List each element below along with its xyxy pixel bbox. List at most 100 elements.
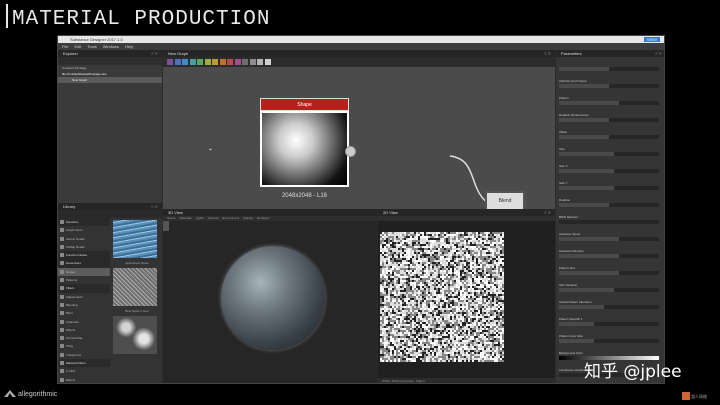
3d-menu-item[interactable]: Materials	[180, 216, 192, 220]
2d-view-panel[interactable]: 2D View ≡ ✕ 2048 x 2048 (Grayscale, 16bpc…	[378, 209, 555, 383]
thumb-anisotropic-noise[interactable]	[113, 220, 157, 258]
parameter-label: Size Variation	[559, 283, 578, 287]
parameter-slider-fill	[559, 254, 619, 258]
3d-view-header: 3D View	[163, 209, 377, 216]
library-toolbar[interactable]	[58, 210, 162, 218]
noise-texture-preview	[380, 232, 504, 362]
parameter-slider[interactable]	[559, 322, 659, 326]
menu-item[interactable]: Tools	[87, 44, 96, 49]
parameter-slider[interactable]	[559, 220, 659, 224]
library-category-item[interactable]: Channels	[58, 318, 110, 326]
2d-view-header: 2D View ≡ ✕	[378, 209, 555, 216]
parameter-row: Pattern Specific 1	[559, 317, 659, 326]
library-category-item[interactable]: Blending	[58, 301, 110, 309]
parameter-slider[interactable]	[559, 237, 659, 241]
library-category-header[interactable]: Favorites	[58, 218, 110, 227]
slide-title: MATERIAL PRODUCTION	[6, 4, 270, 32]
parameter-slider[interactable]	[559, 101, 659, 105]
parameter-slider[interactable]	[559, 152, 659, 156]
material-preview-sphere[interactable]	[221, 246, 325, 350]
library-category-item[interactable]: Graph Items	[58, 226, 110, 234]
2d-view-toolbar[interactable]	[378, 216, 555, 221]
parameter-row: Size Variation	[559, 283, 659, 292]
library-category-item[interactable]: Adjustments	[58, 293, 110, 301]
explorer-toolbar[interactable]	[58, 57, 162, 65]
library-category-item[interactable]: Tiling	[58, 342, 110, 350]
parameter-slider-fill	[559, 237, 619, 241]
library-thumbnails: Anisotropic Noise Bnw Spots 1 Gen	[113, 218, 161, 383]
thumb-label: Anisotropic Noise	[125, 261, 149, 265]
library-category-item[interactable]: Transforms	[58, 351, 110, 359]
parameter-slider[interactable]	[559, 339, 659, 343]
parameter-slider-fill	[559, 67, 609, 71]
menu-item[interactable]: Edit	[74, 44, 81, 49]
3d-menu-item[interactable]: Camera	[208, 216, 219, 220]
2d-view-footer: 2048 x 2048 (Grayscale, 16bpc)	[378, 378, 555, 383]
parameter-slider-fill	[559, 169, 614, 173]
parameter-slider[interactable]	[559, 186, 659, 190]
shape-node-title: Shape	[260, 98, 349, 111]
parameter-row: Attribute Grid Output	[559, 79, 659, 88]
parameter-row: Size	[559, 147, 659, 156]
parameter-row: Pattern	[559, 96, 659, 105]
explorer-item-selected[interactable]: New Graph	[58, 77, 162, 83]
library-category-header[interactable]: Filters	[58, 284, 110, 293]
parameter-slider[interactable]	[559, 118, 659, 122]
parameter-label: Rotation Randomness	[559, 113, 589, 117]
parameter-row: Size Y	[559, 181, 659, 190]
shape-node[interactable]: Shape 2048x2048 - L16	[260, 98, 349, 199]
panel-menu-icon[interactable]: ≡ ✕	[655, 50, 662, 57]
library-category-item[interactable]: Normal Map	[58, 334, 110, 342]
3d-menu-item[interactable]: Renderer	[257, 216, 270, 220]
3d-menu-item[interactable]: Display	[243, 216, 253, 220]
library-category-item[interactable]: Blurs	[58, 309, 110, 317]
3d-menu-item[interactable]: Environment	[222, 216, 239, 220]
zhihu-watermark: 知乎 @jplee	[584, 362, 682, 382]
parameter-slider-fill	[559, 322, 594, 326]
3d-menu-item[interactable]: Scene	[167, 216, 176, 220]
library-category-header[interactable]: Function Nodes	[58, 251, 110, 260]
3d-toolbar-handle[interactable]	[163, 221, 169, 231]
parameter-row: Size X	[559, 164, 659, 173]
3d-view-panel[interactable]: 3D View Scene Materials Lights Camera Enviro…	[163, 209, 377, 383]
view-badge[interactable]: VIEW	[643, 37, 660, 42]
menu-item[interactable]: Help	[125, 44, 133, 49]
library-category-item[interactable]: FxMap Nodes	[58, 243, 110, 251]
library-category-item[interactable]: Noises	[58, 267, 110, 277]
graph-panel[interactable]: New Graph ≡ ✕ Shape 2048x2048 - L16 Blend…	[163, 50, 555, 209]
parameter-slider[interactable]	[559, 305, 659, 309]
parameter-slider[interactable]	[559, 271, 659, 275]
parameter-slider[interactable]	[559, 84, 659, 88]
library-category-header[interactable]: Material Filters	[58, 359, 110, 368]
library-category-item[interactable]: Effects	[58, 326, 110, 334]
parameter-slider-fill	[559, 101, 619, 105]
parameter-slider[interactable]	[559, 67, 659, 71]
library-category-item[interactable]: Patterns	[58, 276, 110, 284]
parameter-label: Pattern Specific 1	[559, 317, 583, 321]
window-titlebar: Substance Designer 2017.1.0 VIEW	[58, 36, 664, 43]
library-category-item[interactable]: Effects	[58, 376, 110, 383]
panel-menu-icon[interactable]: ≡ ✕	[151, 50, 158, 57]
library-category-header[interactable]: Generators	[58, 259, 110, 268]
parameter-slider-fill	[559, 186, 614, 190]
panel-menu-icon[interactable]: ≡ ✕	[544, 209, 551, 216]
menu-item[interactable]: File	[62, 44, 68, 49]
shape-node-preview	[260, 111, 349, 187]
shape-output-port[interactable]	[345, 146, 356, 157]
library-category-item[interactable]: Atomic Nodes	[58, 235, 110, 243]
parameter-row: Global Pattern Alteration	[559, 300, 659, 309]
graph-connection	[449, 155, 503, 209]
3d-view-menu[interactable]: Scene Materials Lights Camera Environment Dis…	[163, 216, 377, 221]
parameter-slider[interactable]	[559, 135, 659, 139]
parameter-slider[interactable]	[559, 254, 659, 258]
parameter-slider[interactable]	[559, 203, 659, 207]
blend-node[interactable]: Blend	[485, 191, 525, 209]
thumb-bnw-spots-1[interactable]	[113, 268, 157, 306]
parameter-slider[interactable]	[559, 169, 659, 173]
menu-item[interactable]: Windows	[103, 44, 119, 49]
library-category-item[interactable]: 1-Click	[58, 367, 110, 375]
parameter-slider[interactable]	[559, 288, 659, 292]
3d-menu-item[interactable]: Lights	[196, 216, 204, 220]
thumb-bnw-spots-2[interactable]	[113, 316, 157, 354]
panel-menu-icon[interactable]: ≡ ✕	[151, 203, 158, 210]
